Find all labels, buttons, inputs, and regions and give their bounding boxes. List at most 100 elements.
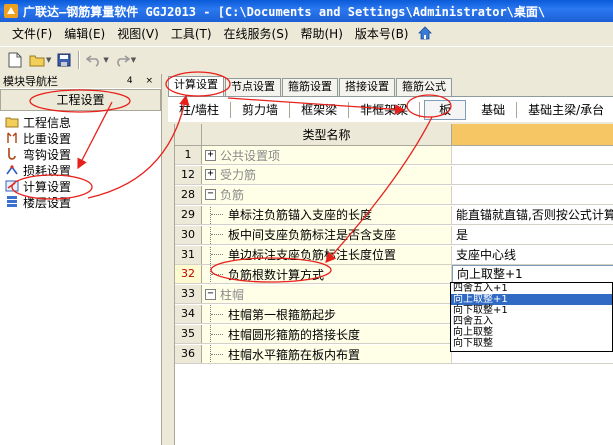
row-label: 负筋: [220, 188, 245, 203]
row-label: 负筋根数计算方式: [228, 267, 325, 282]
floor-settings-icon: [4, 195, 20, 209]
redo-icon[interactable]: [111, 49, 133, 71]
row-value[interactable]: [452, 165, 613, 184]
row-number: 32: [175, 265, 202, 284]
dropdown-option[interactable]: 四舍五入: [451, 316, 612, 327]
new-file-icon[interactable]: [4, 49, 26, 71]
menu-help[interactable]: 帮助(H): [295, 25, 349, 42]
window-title: 广联达—钢筋算量软件 GGJ2013 - [C:\Documents and S…: [23, 4, 546, 19]
menu-online-services[interactable]: 在线服务(S): [218, 25, 295, 42]
row-number: 1: [175, 146, 202, 164]
tree-line: [210, 245, 228, 264]
table-row[interactable]: 12 + 受力筋: [175, 165, 613, 185]
row-number: 31: [175, 245, 202, 264]
expand-icon[interactable]: +: [205, 149, 216, 161]
subtab-foundation-beam-cap[interactable]: 基础主梁/承台: [517, 102, 613, 118]
tree-line: [210, 265, 228, 284]
grid-header: 类型名称: [175, 124, 613, 146]
row-number: 33: [175, 285, 202, 304]
nav-group-project-settings[interactable]: 工程设置: [0, 89, 161, 111]
nav-item-calc-settings[interactable]: 计算设置: [0, 178, 161, 194]
grid-corner: [175, 124, 202, 146]
tab-lap-settings[interactable]: 搭接设置: [339, 78, 395, 96]
row-label: 柱帽水平箍筋在板内布置: [228, 347, 361, 362]
column-header-type-name: 类型名称: [202, 124, 452, 146]
nav-item-weight[interactable]: 比重设置: [0, 130, 161, 146]
row-type-name: − 负筋: [202, 185, 452, 204]
table-row[interactable]: 29 单标注负筋锚入支座的长度 能直锚就直锚,否则按公式计算: [175, 205, 613, 225]
row-label: 单标注负筋锚入支座的长度: [228, 208, 373, 223]
row-type-name: 单标注负筋锚入支座的长度: [202, 205, 452, 224]
row-label: 柱帽圆形箍筋的搭接长度: [228, 327, 361, 342]
dropdown-option[interactable]: 四舍五入+1: [451, 283, 612, 294]
collapse-icon[interactable]: −: [205, 288, 216, 300]
row-label: 公共设置项: [220, 148, 281, 163]
redo-dropdown-arrow-icon[interactable]: ▼: [131, 56, 136, 64]
menu-file[interactable]: 文件(F): [6, 25, 58, 42]
dropdown-option[interactable]: 向上取整+1: [451, 294, 612, 305]
hook-icon: [4, 147, 20, 161]
row-type-name: + 受力筋: [202, 165, 452, 184]
subtab-column[interactable]: 柱/墙柱: [168, 101, 232, 118]
tab-stirrup-formula[interactable]: 箍筋公式: [396, 78, 452, 96]
subtab-foundation[interactable]: 基础: [470, 101, 518, 118]
nav-item-hook[interactable]: 弯钩设置: [0, 146, 161, 162]
row-number: 34: [175, 305, 202, 324]
row-type-name: 板中间支座负筋标注是否含支座: [202, 225, 452, 244]
nav-item-project-info[interactable]: 工程信息: [0, 114, 161, 130]
nav-pin-close-controls[interactable]: 4 ×: [127, 76, 158, 86]
expand-icon[interactable]: +: [205, 169, 216, 181]
save-icon[interactable]: [53, 49, 75, 71]
component-subtabs: 柱/墙柱 剪力墙 框架梁 非框架梁 板 基础 基础主梁/承台: [168, 96, 613, 122]
toolbar-separator: [78, 50, 81, 69]
subtab-non-frame-beam[interactable]: 非框架梁: [349, 101, 421, 118]
table-row[interactable]: 31 单边标注支座负筋标注长度位置 支座中心线: [175, 245, 613, 265]
row-type-name: 柱帽第一根箍筋起步: [202, 305, 452, 324]
row-number: 29: [175, 205, 202, 224]
row-label: 板中间支座负筋标注是否含支座: [228, 228, 397, 243]
row-number: 36: [175, 345, 202, 363]
dropdown-option[interactable]: 向上取整: [451, 327, 612, 338]
module-nav-panel: 模块导航栏 4 × 工程设置 工程信息 比重设置 弯钩设置 损耗设置 计算设置 …: [0, 74, 162, 445]
menu-tools[interactable]: 工具(T): [165, 25, 218, 42]
menu-view[interactable]: 视图(V): [111, 25, 165, 42]
undo-dropdown-arrow-icon[interactable]: ▼: [103, 56, 108, 64]
tree-line: [210, 205, 228, 224]
menu-version[interactable]: 版本号(B): [349, 25, 415, 42]
tree-line: [210, 345, 228, 363]
nav-header: 模块导航栏 4 ×: [0, 74, 161, 88]
row-value-editor[interactable]: 向上取整+1: [452, 265, 613, 284]
row-value[interactable]: 能直锚就直锚,否则按公式计算: [452, 205, 613, 224]
table-row[interactable]: 30 板中间支座负筋标注是否含支座 是: [175, 225, 613, 245]
tab-calc-settings[interactable]: 计算设置: [168, 76, 224, 96]
tab-node-settings[interactable]: 节点设置: [225, 78, 281, 96]
subtab-shear-wall[interactable]: 剪力墙: [231, 101, 291, 118]
dropdown-option[interactable]: 向下取整: [451, 338, 612, 349]
menu-edit[interactable]: 编辑(E): [58, 25, 111, 42]
menu-bar: 文件(F) 编辑(E) 视图(V) 工具(T) 在线服务(S) 帮助(H) 版本…: [0, 22, 613, 44]
table-row[interactable]: 1 + 公共设置项: [175, 146, 613, 165]
row-type-name: 柱帽圆形箍筋的搭接长度: [202, 325, 452, 344]
open-folder-icon[interactable]: [26, 49, 48, 71]
row-number: 30: [175, 225, 202, 244]
collapse-icon[interactable]: −: [205, 189, 216, 201]
dropdown-option[interactable]: 向下取整+1: [451, 305, 612, 316]
row-value[interactable]: [452, 146, 613, 164]
row-value[interactable]: [452, 185, 613, 204]
tab-stirrup-settings[interactable]: 箍筋设置: [282, 78, 338, 96]
row-value[interactable]: 是: [452, 225, 613, 244]
settings-pane: 计算设置 节点设置 箍筋设置 搭接设置 箍筋公式 柱/墙柱 剪力墙 框架梁 非框…: [166, 74, 613, 445]
row-value[interactable]: 支座中心线: [452, 245, 613, 264]
table-row[interactable]: 28− 负筋: [175, 185, 613, 205]
row-type-name: + 公共设置项: [202, 146, 452, 164]
home-help-icon[interactable]: [417, 25, 433, 41]
undo-icon[interactable]: [83, 49, 105, 71]
nav-item-floor-settings[interactable]: 楼层设置: [0, 194, 161, 210]
title-bar: 广联达—钢筋算量软件 GGJ2013 - [C:\Documents and S…: [0, 0, 613, 22]
subtab-slab[interactable]: 板: [424, 99, 467, 120]
open-dropdown-arrow-icon[interactable]: ▼: [46, 56, 51, 64]
nav-item-loss[interactable]: 损耗设置: [0, 162, 161, 178]
row-label: 柱帽第一根箍筋起步: [228, 307, 337, 322]
subtab-frame-beam[interactable]: 框架梁: [290, 101, 350, 118]
row-type-name: 负筋根数计算方式: [202, 265, 452, 284]
